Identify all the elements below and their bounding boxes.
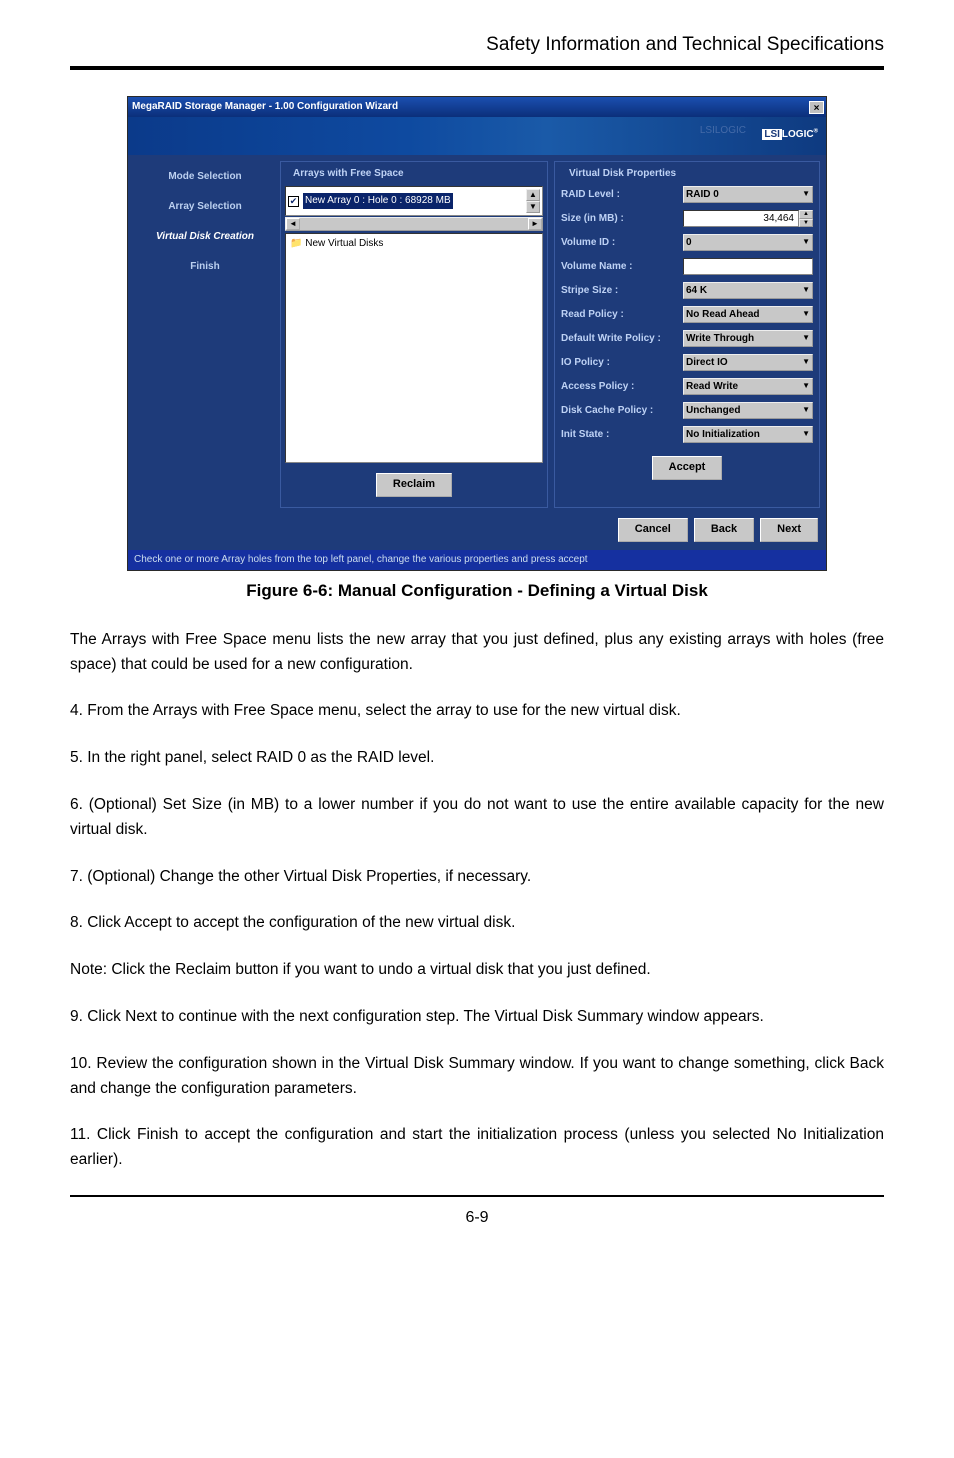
spin-down-icon[interactable]: ▼	[799, 219, 813, 228]
body-p1: The Arrays with Free Space menu lists th…	[70, 628, 884, 678]
body-p3: 5. In the right panel, select RAID 0 as …	[70, 746, 884, 771]
vdisk-group-title: Virtual Disk Properties	[565, 166, 680, 182]
access-policy-label: Access Policy :	[561, 379, 677, 395]
accept-button[interactable]: Accept	[652, 456, 723, 480]
vdisk-tree[interactable]: 📁 New Virtual Disks	[285, 233, 543, 463]
body-p4: 6. (Optional) Set Size (in MB) to a lowe…	[70, 793, 884, 843]
wizard-sidebar: Mode Selection Array Selection Virtual D…	[134, 161, 274, 508]
tree-item-label[interactable]: New Virtual Disks	[305, 238, 383, 249]
figure-caption: Figure 6-6: Manual Configuration - Defin…	[70, 577, 884, 604]
wizard-window: MegaRAID Storage Manager - 1.00 Configur…	[127, 96, 827, 570]
sidebar-item-vdisk[interactable]: Virtual Disk Creation	[136, 229, 274, 245]
screenshot-container: MegaRAID Storage Manager - 1.00 Configur…	[70, 96, 884, 570]
write-policy-label: Default Write Policy :	[561, 331, 677, 347]
stripe-size-label: Stripe Size :	[561, 283, 677, 299]
read-policy-select[interactable]: No Read Ahead▼	[683, 306, 813, 323]
arrays-free-space-group: Arrays with Free Space ✔ New Array 0 : H…	[280, 161, 548, 508]
window-title: MegaRAID Storage Manager - 1.00 Configur…	[132, 99, 398, 115]
body-p2: 4. From the Arrays with Free Space menu,…	[70, 699, 884, 724]
access-policy-select[interactable]: Read Write▼	[683, 378, 813, 395]
brand-lsi: LSI	[762, 129, 782, 140]
banner-faded-text: LSILOGIC	[700, 123, 746, 139]
scroll-left-icon[interactable]: ◄	[286, 218, 300, 230]
sidebar-item-mode[interactable]: Mode Selection	[136, 169, 274, 185]
status-bar: Check one or more Array holes from the t…	[128, 550, 826, 570]
cache-policy-select[interactable]: Unchanged▼	[683, 402, 813, 419]
size-value[interactable]: 34,464	[683, 210, 799, 227]
raid-level-select[interactable]: RAID 0▼	[683, 186, 813, 203]
work-area: Mode Selection Array Selection Virtual D…	[128, 155, 826, 510]
wizard-footer-buttons: Cancel Back Next	[128, 510, 826, 550]
sidebar-item-finish[interactable]: Finish	[136, 259, 274, 275]
scroll-up-icon[interactable]: ▲	[526, 189, 540, 201]
body-p10: 11. Click Finish to accept the configura…	[70, 1123, 884, 1173]
vdisk-properties-group: Virtual Disk Properties RAID Level : RAI…	[554, 161, 820, 508]
body-p9: 10. Review the configuration shown in th…	[70, 1052, 884, 1102]
body-p5: 7. (Optional) Change the other Virtual D…	[70, 865, 884, 890]
size-stepper[interactable]: 34,464 ▲▼	[683, 210, 813, 227]
folder-icon: 📁	[290, 238, 302, 249]
chevron-down-icon: ▼	[802, 332, 810, 345]
chevron-down-icon: ▼	[802, 428, 810, 441]
chevron-down-icon: ▼	[802, 284, 810, 297]
body-p8: 9. Click Next to continue with the next …	[70, 1005, 884, 1030]
array-selected-item[interactable]: New Array 0 : Hole 0 : 68928 MB	[303, 193, 453, 209]
volume-id-select[interactable]: 0▼	[683, 234, 813, 251]
spin-up-icon[interactable]: ▲	[799, 210, 813, 219]
chevron-down-icon: ▼	[802, 308, 810, 321]
size-label: Size (in MB) :	[561, 211, 677, 227]
chevron-down-icon: ▼	[802, 236, 810, 249]
banner: LSILOGIC LSILOGIC®	[128, 117, 826, 155]
next-button[interactable]: Next	[760, 518, 818, 542]
close-icon[interactable]: ×	[809, 101, 824, 114]
body-p6: 8. Click Accept to accept the configurat…	[70, 911, 884, 936]
raid-level-label: RAID Level :	[561, 187, 677, 203]
io-policy-select[interactable]: Direct IO▼	[683, 354, 813, 371]
read-policy-label: Read Policy :	[561, 307, 677, 323]
body-p7: Note: Click the Reclaim button if you wa…	[70, 958, 884, 983]
page-number: 6-9	[70, 1195, 884, 1231]
init-state-label: Init State :	[561, 427, 677, 443]
stripe-size-select[interactable]: 64 K▼	[683, 282, 813, 299]
arrays-listbox[interactable]: ✔ New Array 0 : Hole 0 : 68928 MB ▲ ▼	[285, 186, 543, 216]
volume-id-label: Volume ID :	[561, 235, 677, 251]
chevron-down-icon: ▼	[802, 380, 810, 393]
cancel-button[interactable]: Cancel	[618, 518, 688, 542]
vscroll[interactable]: ▲ ▼	[526, 189, 540, 213]
scroll-down-icon[interactable]: ▼	[526, 201, 540, 213]
title-bar: MegaRAID Storage Manager - 1.00 Configur…	[128, 97, 826, 117]
reclaim-button[interactable]: Reclaim	[376, 473, 452, 497]
volume-name-input[interactable]	[683, 258, 813, 275]
checkbox-icon[interactable]: ✔	[288, 196, 299, 207]
chevron-down-icon: ▼	[802, 188, 810, 201]
init-state-select[interactable]: No Initialization▼	[683, 426, 813, 443]
write-policy-select[interactable]: Write Through▼	[683, 330, 813, 347]
volume-name-label: Volume Name :	[561, 259, 677, 275]
hscrollbar[interactable]: ◄ ►	[285, 217, 543, 231]
brand-logic: LOGIC	[782, 129, 814, 140]
sidebar-item-array[interactable]: Array Selection	[136, 199, 274, 215]
page-header: Safety Information and Technical Specifi…	[70, 30, 884, 70]
chevron-down-icon: ▼	[802, 356, 810, 369]
cache-policy-label: Disk Cache Policy :	[561, 403, 677, 419]
arrays-group-title: Arrays with Free Space	[289, 166, 408, 182]
chevron-down-icon: ▼	[802, 404, 810, 417]
brand-logo: LSILOGIC®	[762, 127, 818, 143]
io-policy-label: IO Policy :	[561, 355, 677, 371]
back-button[interactable]: Back	[694, 518, 754, 542]
left-column: Arrays with Free Space ✔ New Array 0 : H…	[280, 161, 548, 508]
scroll-right-icon[interactable]: ►	[528, 218, 542, 230]
